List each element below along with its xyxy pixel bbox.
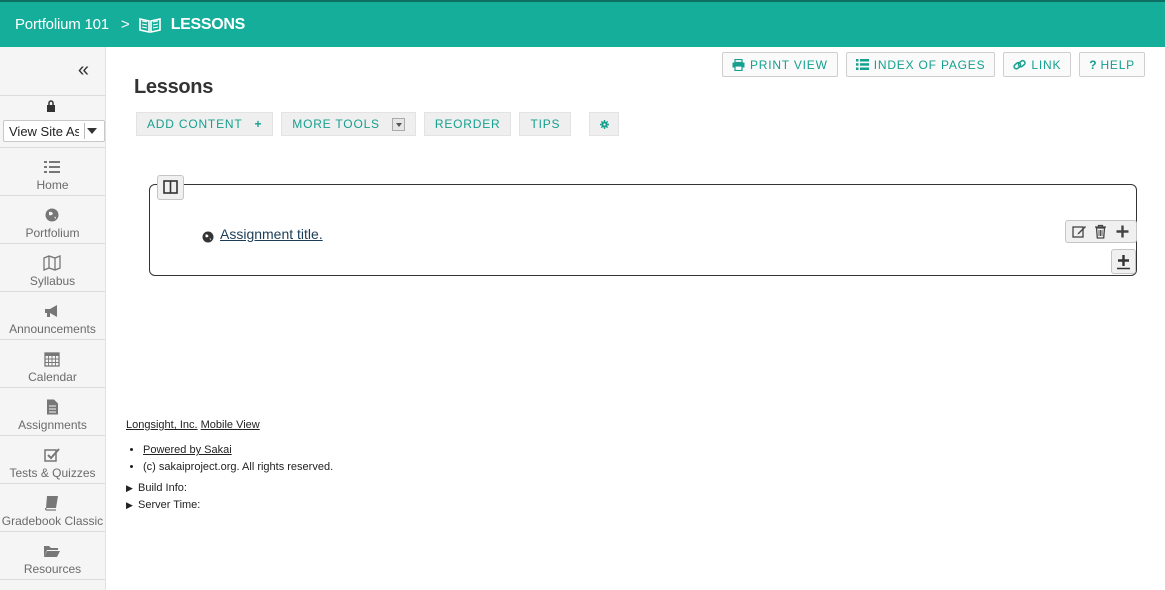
sidebar-item-label: Syllabus bbox=[29, 274, 76, 288]
print-view-button[interactable]: PRINT VIEW bbox=[721, 52, 838, 77]
view-site-as-select[interactable]: View Site As bbox=[3, 120, 105, 142]
print-view-label: PRINT VIEW bbox=[749, 57, 828, 72]
help-label: HELP bbox=[1100, 57, 1135, 72]
collapse-sidebar-button[interactable]: « bbox=[0, 47, 105, 96]
plus-icon: + bbox=[254, 117, 263, 131]
globe-icon bbox=[45, 208, 59, 222]
sidebar-item-label: Assignments bbox=[18, 418, 87, 432]
map-icon bbox=[43, 255, 61, 271]
mobile-view-link[interactable]: Mobile View bbox=[201, 419, 260, 431]
assignment-item-link[interactable]: Assignment title. bbox=[220, 226, 323, 242]
printer-icon bbox=[732, 58, 745, 71]
index-of-pages-button[interactable]: INDEX OF PAGES bbox=[845, 52, 996, 77]
settings-button[interactable] bbox=[589, 112, 620, 136]
page-footer: Longsight, Inc. Mobile View Powered by S… bbox=[126, 419, 333, 516]
tips-label: TIPS bbox=[530, 117, 561, 131]
page-title: Lessons bbox=[134, 76, 214, 98]
view-site-as-value: View Site As bbox=[9, 124, 79, 139]
dropdown-arrow-icon bbox=[391, 117, 405, 131]
trash-icon[interactable] bbox=[1093, 224, 1108, 239]
add-content-button[interactable]: ADD CONTENT + bbox=[136, 112, 274, 136]
view-site-as-panel: View Site As bbox=[0, 96, 105, 148]
column-layout-button[interactable] bbox=[157, 175, 184, 200]
longsight-link[interactable]: Longsight, Inc. bbox=[126, 419, 198, 431]
globe-icon bbox=[202, 231, 214, 243]
list-icon bbox=[44, 161, 60, 173]
add-icon bbox=[1117, 255, 1130, 270]
document-icon bbox=[47, 399, 58, 415]
footer-links: Longsight, Inc. Mobile View bbox=[126, 419, 333, 431]
reorder-label: REORDER bbox=[434, 117, 501, 131]
sidebar-item-resources[interactable]: Resources bbox=[0, 532, 105, 580]
book-icon bbox=[45, 496, 58, 511]
footer-expanders: ▶ Build Info: ▶ Server Time: bbox=[126, 482, 333, 511]
server-time-toggle[interactable]: ▶ Server Time: bbox=[126, 499, 333, 511]
tool-sidebar: « View Site As Home Portfolium Syllabus … bbox=[0, 47, 106, 590]
folder-icon bbox=[44, 546, 60, 557]
footer-list: Powered by Sakai (c) sakaiproject.org. A… bbox=[126, 444, 333, 473]
tips-button[interactable]: TIPS bbox=[519, 112, 572, 136]
reorder-button[interactable]: REORDER bbox=[423, 112, 512, 136]
powered-by-sakai-link[interactable]: Powered by Sakai bbox=[143, 444, 232, 456]
sidebar-item-label: Tests & Quizzes bbox=[9, 466, 96, 480]
build-info-label: Build Info: bbox=[138, 482, 187, 494]
site-title-link[interactable]: Portfolium 101 bbox=[15, 16, 109, 33]
list-icon bbox=[855, 59, 869, 70]
copyright-text: (c) sakaiproject.org. All rights reserve… bbox=[143, 461, 333, 473]
add-content-label: ADD CONTENT bbox=[147, 117, 243, 131]
link-label: LINK bbox=[1031, 57, 1062, 72]
current-tool-title[interactable]: LESSONS bbox=[171, 16, 246, 34]
open-book-icon bbox=[138, 17, 161, 33]
checkbox-icon bbox=[44, 448, 60, 462]
breadcrumb-separator: > bbox=[120, 16, 130, 33]
sidebar-item-calendar[interactable]: Calendar bbox=[0, 340, 105, 388]
add-item-button[interactable] bbox=[1111, 249, 1136, 274]
sidebar-item-label: Gradebook Classic bbox=[1, 514, 104, 528]
server-time-label: Server Time: bbox=[138, 499, 201, 511]
page-actions: PRINT VIEW INDEX OF PAGES LINK ? HELP bbox=[721, 52, 1145, 77]
calendar-icon bbox=[44, 352, 60, 367]
sidebar-item-home[interactable]: Home bbox=[0, 148, 105, 196]
sidebar-item-portfolium[interactable]: Portfolium bbox=[0, 196, 105, 244]
question-icon: ? bbox=[1089, 57, 1098, 72]
index-of-pages-label: INDEX OF PAGES bbox=[873, 57, 986, 72]
sidebar-item-label: Portfolium bbox=[25, 226, 80, 240]
sidebar-item-tests-quizzes[interactable]: Tests & Quizzes bbox=[0, 436, 105, 484]
sidebar-item-label: Calendar bbox=[28, 370, 77, 384]
select-divider bbox=[84, 123, 85, 139]
chevron-down-icon bbox=[87, 128, 97, 134]
disclosure-triangle-icon: ▶ bbox=[126, 483, 133, 493]
list-item: Powered by Sakai bbox=[143, 444, 333, 456]
disclosure-triangle-icon: ▶ bbox=[126, 500, 133, 510]
double-chevron-left-icon: « bbox=[77, 59, 89, 81]
build-info-toggle[interactable]: ▶ Build Info: bbox=[126, 482, 333, 494]
sidebar-item-label: Home bbox=[36, 178, 69, 192]
edit-icon[interactable] bbox=[1072, 224, 1087, 239]
top-header-bar: Portfolium 101 > LESSONS bbox=[0, 0, 1165, 47]
more-tools-label: MORE TOOLS bbox=[292, 117, 380, 131]
lessons-toolbar: ADD CONTENT + MORE TOOLS REORDER TIPS bbox=[136, 112, 620, 136]
more-tools-button[interactable]: MORE TOOLS bbox=[281, 112, 416, 136]
sidebar-item-label: Announcements bbox=[9, 322, 96, 336]
bullhorn-icon bbox=[45, 305, 57, 317]
lock-icon bbox=[47, 100, 55, 112]
link-button[interactable]: LINK bbox=[1003, 52, 1072, 77]
link-icon bbox=[1013, 59, 1027, 70]
sidebar-item-gradebook-classic[interactable]: Gradebook Classic bbox=[0, 484, 105, 532]
gear-icon bbox=[599, 119, 609, 129]
sidebar-item-assignments[interactable]: Assignments bbox=[0, 388, 105, 436]
item-tools bbox=[1065, 220, 1137, 243]
plus-icon[interactable] bbox=[1115, 224, 1130, 239]
sidebar-item-label: Resources bbox=[23, 562, 82, 576]
sidebar-item-syllabus[interactable]: Syllabus bbox=[0, 244, 105, 292]
sidebar-item-announcements[interactable]: Announcements bbox=[0, 292, 105, 340]
columns-icon bbox=[163, 180, 178, 194]
help-button[interactable]: ? HELP bbox=[1079, 52, 1145, 77]
